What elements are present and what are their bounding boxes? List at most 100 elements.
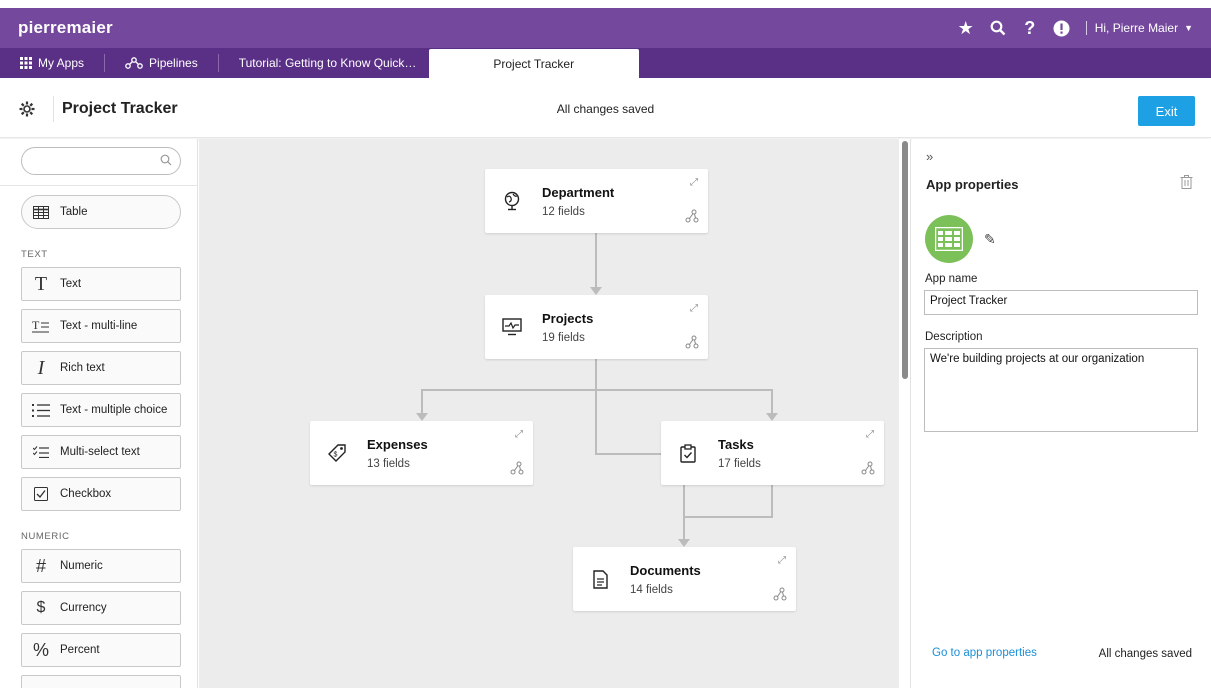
search-icon bbox=[160, 154, 172, 169]
palette-item-text[interactable]: T Text bbox=[21, 267, 181, 301]
palette-item-label: Checkbox bbox=[60, 488, 112, 500]
go-to-app-properties-link[interactable]: Go to app properties bbox=[932, 647, 1037, 659]
table-node-tasks[interactable]: Tasks 17 fields ⤢ bbox=[661, 421, 884, 485]
tab-project-tracker[interactable]: Project Tracker bbox=[428, 49, 639, 78]
palette-item-label: Percent bbox=[60, 644, 100, 656]
palette-item-rich-text[interactable]: I Rich text bbox=[21, 351, 181, 385]
tab-tutorial[interactable]: Tutorial: Getting to Know Quick… bbox=[219, 48, 429, 78]
alert-icon[interactable] bbox=[1046, 12, 1078, 44]
expand-icon[interactable]: ⤢ bbox=[515, 429, 523, 440]
connector-line bbox=[595, 359, 597, 455]
user-menu[interactable]: Hi, Pierre Maier ▼ bbox=[1095, 21, 1193, 35]
expand-icon[interactable]: ⤢ bbox=[690, 303, 698, 314]
top-bar: pierremaier ★ ? Hi, Pierre Maier ▼ bbox=[0, 8, 1211, 48]
expand-icon[interactable]: ⤢ bbox=[866, 429, 874, 440]
app-icon[interactable] bbox=[925, 215, 973, 263]
description-label: Description bbox=[925, 331, 983, 343]
search-icon[interactable] bbox=[982, 12, 1014, 44]
group-heading-numeric: NUMERIC bbox=[21, 531, 70, 542]
grid-icon bbox=[20, 57, 32, 69]
multiline-text-icon: T bbox=[22, 319, 60, 333]
connector-line bbox=[683, 485, 685, 541]
clipboard-icon bbox=[677, 442, 699, 464]
palette-item-partial[interactable]: ↕ bbox=[21, 675, 181, 688]
expand-icon[interactable]: ⤢ bbox=[778, 555, 786, 566]
palette-item-percent[interactable]: % Percent bbox=[21, 633, 181, 667]
connector-arrow bbox=[590, 287, 602, 295]
connector-arrow bbox=[678, 539, 690, 547]
tab-label: Tutorial: Getting to Know Quick… bbox=[238, 56, 417, 70]
table-node-expenses[interactable]: $ Expenses 13 fields ⤢ bbox=[310, 421, 533, 485]
palette-item-multiple-choice[interactable]: Text - multiple choice bbox=[21, 393, 181, 427]
collapse-panel-icon[interactable]: » bbox=[926, 149, 933, 164]
divider bbox=[0, 185, 197, 186]
rich-text-icon: I bbox=[37, 356, 45, 379]
relationship-icon[interactable] bbox=[685, 335, 699, 352]
field-palette: Table TEXT T Text T Text - multi-line I … bbox=[0, 139, 198, 688]
palette-item-numeric[interactable]: # Numeric bbox=[21, 549, 181, 583]
relationship-icon[interactable] bbox=[510, 461, 524, 478]
search-input[interactable] bbox=[21, 147, 181, 175]
document-icon bbox=[589, 568, 611, 590]
tab-label: Pipelines bbox=[149, 56, 198, 70]
palette-item-checkbox[interactable]: Checkbox bbox=[21, 477, 181, 511]
edit-icon[interactable]: ✎ bbox=[984, 231, 996, 248]
globe-icon bbox=[501, 190, 523, 212]
app-name-field[interactable]: Project Tracker bbox=[924, 290, 1198, 315]
brand-logo[interactable]: pierremaier bbox=[18, 18, 113, 38]
field-count: 19 fields bbox=[542, 332, 585, 344]
tab-pipelines[interactable]: Pipelines bbox=[105, 48, 218, 78]
connector-arrow bbox=[766, 413, 778, 421]
tab-label: Project Tracker bbox=[493, 56, 575, 71]
palette-item-label: Table bbox=[60, 206, 88, 218]
properties-panel: » App properties ✎ App name Project Trac… bbox=[912, 139, 1211, 688]
palette-item-label: Text bbox=[60, 278, 82, 290]
relationship-icon[interactable] bbox=[773, 587, 787, 604]
exit-button[interactable]: Exit bbox=[1138, 96, 1195, 126]
field-count: 17 fields bbox=[718, 458, 761, 470]
relationship-canvas[interactable]: Department 12 fields ⤢ Projects 19 field… bbox=[199, 139, 899, 688]
tabs-bar: My Apps Pipelines Tutorial: Getting to K… bbox=[0, 48, 1211, 78]
palette-item-label: Numeric bbox=[60, 560, 103, 572]
palette-item-multi-select[interactable]: Multi-select text bbox=[21, 435, 181, 469]
expand-icon[interactable]: ⤢ bbox=[690, 177, 698, 188]
help-icon[interactable]: ? bbox=[1014, 12, 1046, 44]
table-node-projects[interactable]: Projects 19 fields ⤢ bbox=[485, 295, 708, 359]
save-status: All changes saved bbox=[1098, 648, 1192, 660]
canvas-scrollbar[interactable] bbox=[899, 139, 911, 688]
star-icon[interactable]: ★ bbox=[950, 12, 982, 44]
text-icon: T bbox=[34, 272, 48, 295]
palette-item-text-multiline[interactable]: T Text - multi-line bbox=[21, 309, 181, 343]
connector-line bbox=[595, 453, 661, 455]
trash-icon[interactable] bbox=[1180, 175, 1193, 192]
table-node-documents[interactable]: Documents 14 fields ⤢ bbox=[573, 547, 796, 611]
palette-item-label: Text - multi-line bbox=[60, 320, 138, 332]
connector-line bbox=[421, 389, 773, 391]
relationship-icon[interactable] bbox=[861, 461, 875, 478]
table-node-department[interactable]: Department 12 fields ⤢ bbox=[485, 169, 708, 233]
pipelines-icon bbox=[125, 57, 143, 69]
palette-item-currency[interactable]: $ Currency bbox=[21, 591, 181, 625]
page-title: Project Tracker bbox=[62, 99, 178, 117]
connector-arrow bbox=[416, 413, 428, 421]
table-name: Documents bbox=[630, 563, 701, 578]
panel-title: App properties bbox=[926, 177, 1019, 192]
settings-button[interactable] bbox=[0, 95, 54, 122]
relationship-icon[interactable] bbox=[685, 209, 699, 226]
scrollbar-thumb[interactable] bbox=[902, 141, 908, 379]
checklist-icon bbox=[22, 446, 60, 458]
connector-line bbox=[595, 233, 597, 291]
palette-item-table[interactable]: Table bbox=[21, 195, 181, 229]
app-header: Project Tracker All changes saved Exit bbox=[0, 80, 1211, 138]
app-name-label: App name bbox=[925, 273, 978, 285]
user-label: Hi, Pierre Maier bbox=[1094, 21, 1179, 35]
field-count: 12 fields bbox=[542, 206, 585, 218]
group-heading-text: TEXT bbox=[21, 249, 48, 260]
field-count: 14 fields bbox=[630, 584, 673, 596]
tag-icon: $ bbox=[326, 442, 348, 464]
description-field[interactable]: We're building projects at our organizat… bbox=[924, 348, 1198, 432]
svg-text:T: T bbox=[32, 319, 40, 332]
tab-my-apps[interactable]: My Apps bbox=[0, 48, 104, 78]
save-status: All changes saved bbox=[556, 101, 655, 116]
percent-icon: % bbox=[32, 639, 49, 660]
